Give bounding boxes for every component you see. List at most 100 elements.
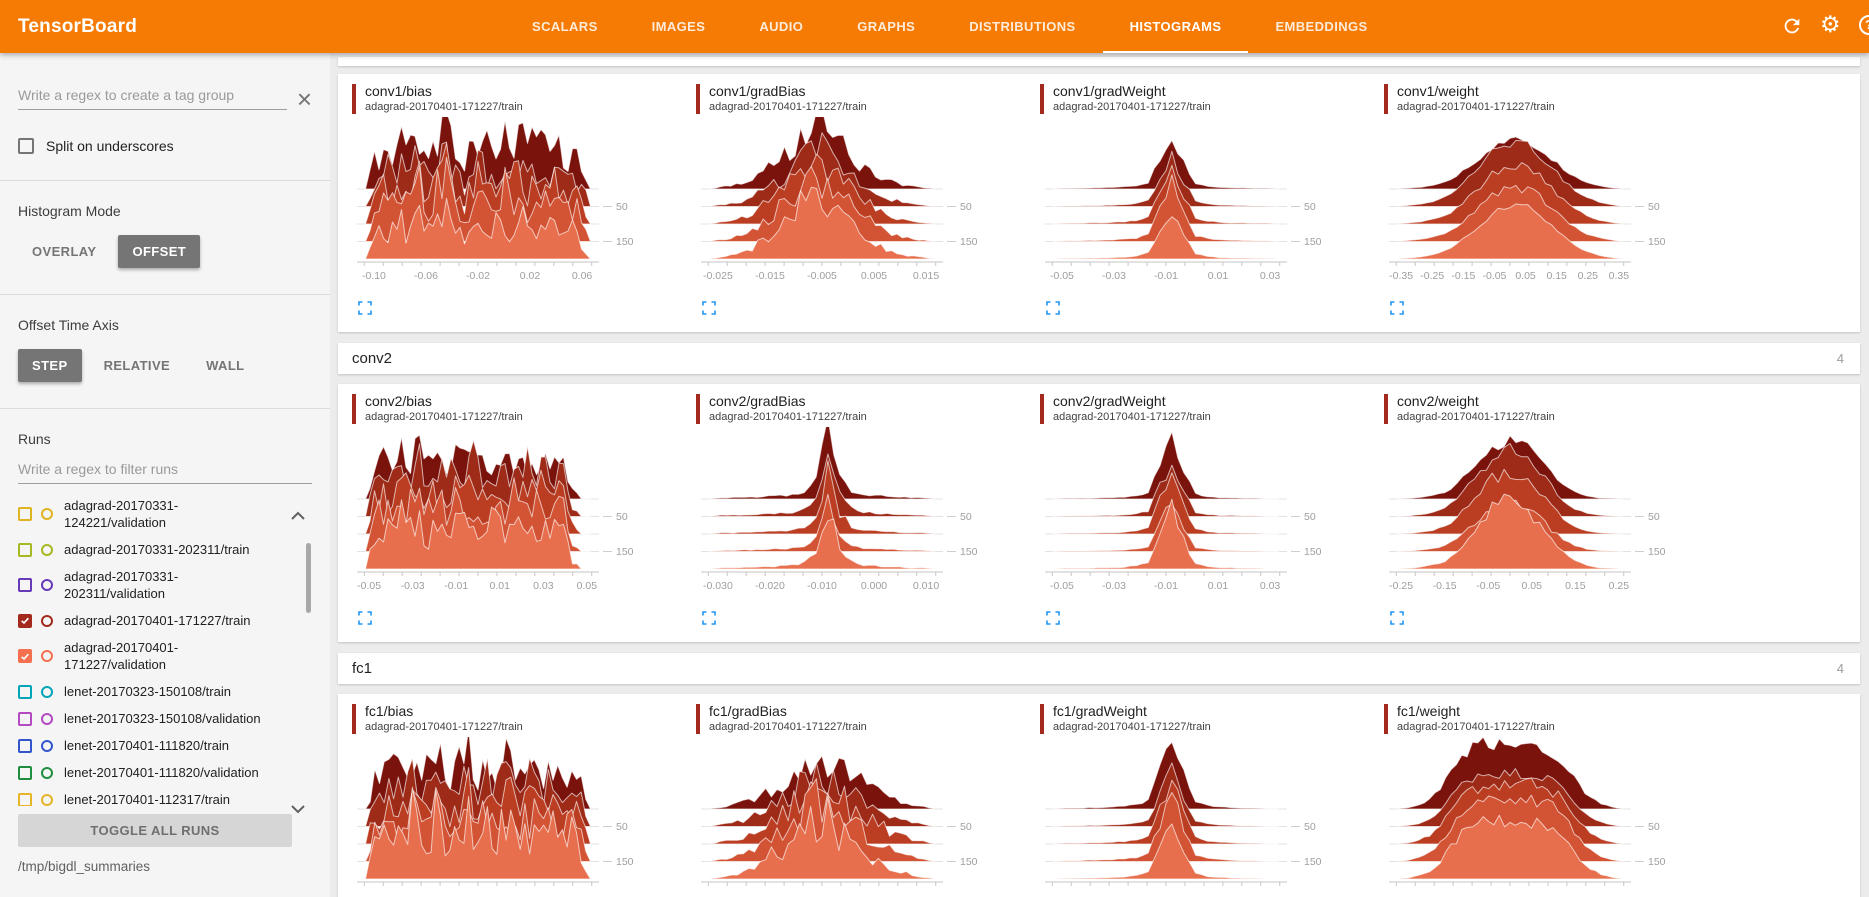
svg-text:50: 50 [1648,511,1660,523]
run-color-circle[interactable] [41,544,53,556]
run-color-circle[interactable] [41,794,53,806]
expand-chart-icon[interactable] [1390,301,1404,315]
expand-chart-icon[interactable] [1390,611,1404,625]
run-checkbox[interactable] [18,578,32,592]
run-item[interactable]: adagrad-20170401-171227/validation [18,634,292,678]
run-checkbox[interactable] [18,543,32,557]
run-color-circle[interactable] [41,650,53,662]
run-accent-bar [696,84,700,114]
button-overlay[interactable]: OVERLAY [18,235,110,268]
chart-header: fc1/gradBiasadagrad-20170401-171227/trai… [696,702,1040,735]
run-checkbox[interactable] [18,739,32,753]
run-checkbox[interactable] [18,685,32,699]
run-checkbox[interactable] [18,649,32,663]
button-step[interactable]: STEP [18,349,82,382]
histogram-chart[interactable]: 50150-0.10-0.06-0.020.020.06 [352,117,696,298]
histogram-chart[interactable]: 50150-0.05-0.03-0.010.010.030.05 [352,427,696,608]
tab-distributions[interactable]: DISTRIBUTIONS [942,0,1102,53]
close-icon[interactable]: × [297,88,312,110]
runs-list: adagrad-20170331-124221/validation adagra… [18,492,292,806]
group-header-conv2[interactable]: conv24 [338,343,1860,374]
settings-gear-icon[interactable]: ⚙ [1820,11,1842,33]
run-item[interactable]: lenet-20170401-111820/validation [18,759,292,786]
run-accent-bar [1384,84,1388,114]
refresh-icon[interactable] [1781,15,1803,37]
svg-text:-0.030: -0.030 [703,580,733,592]
svg-text:-0.05: -0.05 [1050,580,1074,592]
run-item[interactable]: adagrad-20170401-171227/train [18,607,292,634]
run-color-circle[interactable] [41,686,53,698]
expand-chart-icon[interactable] [358,611,372,625]
chart-titles: fc1/biasadagrad-20170401-171227/train [365,702,523,735]
chart-title: conv2/weight [1397,392,1555,410]
tab-images[interactable]: IMAGES [625,0,733,53]
expand-chart-icon[interactable] [358,301,372,315]
expand-chart-icon[interactable] [702,301,716,315]
svg-text:50: 50 [1304,511,1316,523]
svg-text:-0.010: -0.010 [807,580,837,592]
svg-text:-0.25: -0.25 [1389,580,1413,592]
histogram-chart[interactable]: 50150 [1040,737,1384,897]
tab-scalars[interactable]: SCALARS [505,0,625,53]
tab-audio[interactable]: AUDIO [732,0,830,53]
chart-titles: fc1/gradWeightadagrad-20170401-171227/tr… [1053,702,1211,735]
run-color-circle[interactable] [41,508,53,520]
histogram-chart[interactable]: 50150-0.05-0.03-0.010.010.03 [1040,427,1384,608]
run-color-circle[interactable] [41,579,53,591]
svg-text:0.015: 0.015 [913,270,939,282]
run-item[interactable]: lenet-20170401-112317/train [18,786,292,806]
tag-group-regex-input[interactable] [18,83,287,110]
help-icon[interactable]: ? [1859,15,1869,35]
run-item[interactable]: adagrad-20170331-202311/validation [18,563,292,607]
group-header-fc1[interactable]: fc14 [338,653,1860,684]
histogram-chart[interactable]: 50150 [352,737,696,897]
chart-header: fc1/gradWeightadagrad-20170401-171227/tr… [1040,702,1384,735]
toggle-all-runs-button[interactable]: TOGGLE ALL RUNS [18,814,292,847]
run-color-circle[interactable] [41,767,53,779]
run-item[interactable]: adagrad-20170331-202311/train [18,536,292,563]
runs-filter-input[interactable] [18,457,312,484]
run-label: adagrad-20170331-202311/train [64,541,250,558]
run-item[interactable]: lenet-20170323-150108/validation [18,705,292,732]
run-accent-bar [352,84,356,114]
histogram-chart[interactable]: 50150 [696,737,1040,897]
run-checkbox[interactable] [18,614,32,628]
histogram-chart[interactable]: 50150 [1384,737,1728,897]
button-relative[interactable]: RELATIVE [90,349,185,382]
tab-histograms[interactable]: HISTOGRAMS [1103,0,1249,53]
run-checkbox[interactable] [18,507,32,521]
run-item[interactable]: lenet-20170401-111820/train [18,732,292,759]
tab-graphs[interactable]: GRAPHS [830,0,942,53]
histogram-chart[interactable]: 50150-0.05-0.03-0.010.010.03 [1040,117,1384,298]
tab-embeddings[interactable]: EMBEDDINGS [1248,0,1394,53]
expand-chart-icon[interactable] [1046,301,1060,315]
run-checkbox[interactable] [18,793,32,807]
run-color-circle[interactable] [41,713,53,725]
run-accent-bar [1040,704,1044,734]
run-checkbox[interactable] [18,712,32,726]
button-offset[interactable]: OFFSET [118,235,200,268]
run-item[interactable]: adagrad-20170331-124221/validation [18,492,292,536]
histogram-chart[interactable]: 50150-0.030-0.020-0.0100.0000.010 [696,427,1040,608]
svg-text:0.03: 0.03 [1260,580,1281,592]
expand-chart-icon[interactable] [702,611,716,625]
scroll-up-chevron-icon[interactable] [290,508,306,518]
button-wall[interactable]: WALL [192,349,258,382]
runs-scrollbar-thumb[interactable] [306,543,311,613]
histogram-chart[interactable]: 50150-0.25-0.15-0.050.050.150.25 [1384,427,1728,608]
run-color-circle[interactable] [41,615,53,627]
divider [0,180,330,181]
run-color-circle[interactable] [41,740,53,752]
expand-chart-icon[interactable] [1046,611,1060,625]
histogram-chart[interactable]: 50150-0.35-0.25-0.15-0.050.050.150.250.3… [1384,117,1728,298]
svg-text:-0.15: -0.15 [1433,580,1457,592]
split-on-underscores-checkbox[interactable] [18,138,34,154]
chart-run-subtitle: adagrad-20170401-171227/train [709,720,867,735]
run-item[interactable]: lenet-20170323-150108/train [18,678,292,705]
svg-text:-0.05: -0.05 [1050,270,1074,282]
scroll-down-chevron-icon[interactable] [290,801,306,811]
histogram-chart[interactable]: 50150-0.025-0.015-0.0050.0050.015 [696,117,1040,298]
run-checkbox[interactable] [18,766,32,780]
run-label: adagrad-20170331-202311/validation [64,568,264,602]
run-accent-bar [352,704,356,734]
